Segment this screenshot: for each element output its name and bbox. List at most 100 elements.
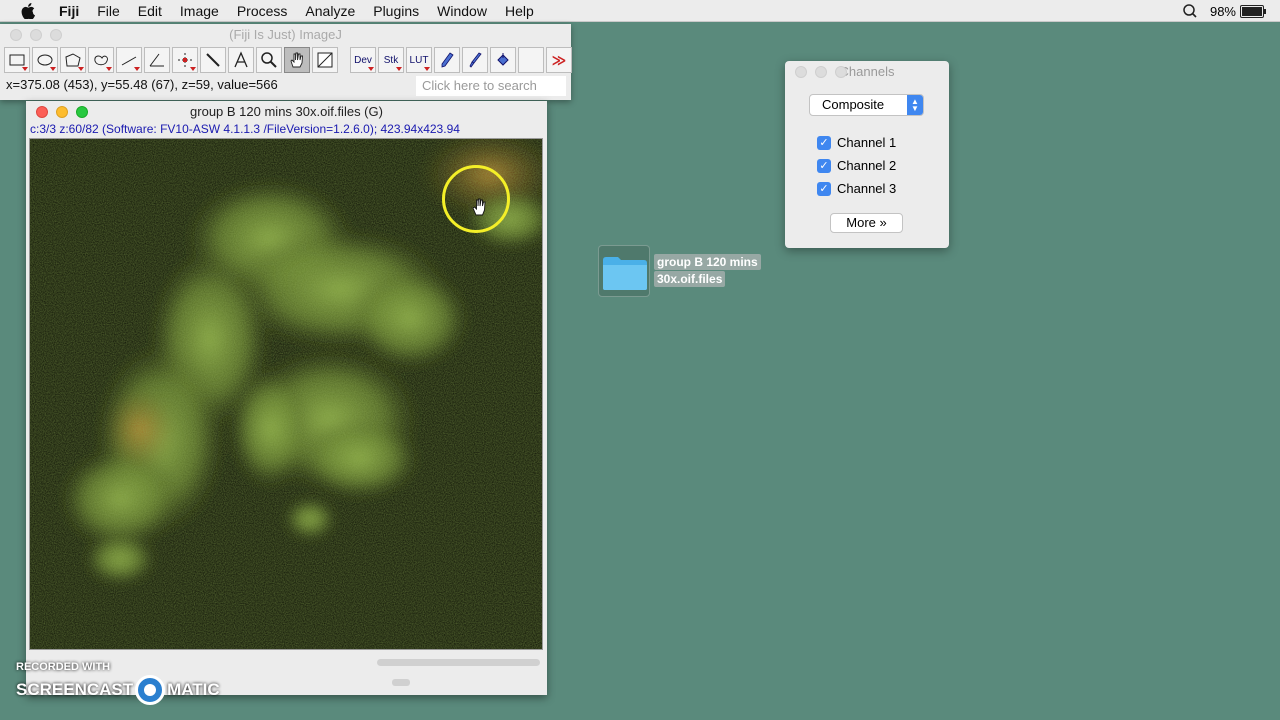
double-chevron-right-icon: ≫ xyxy=(551,51,567,68)
zoom-button[interactable] xyxy=(835,66,847,78)
line-icon xyxy=(121,56,137,66)
polygon-icon xyxy=(65,53,81,67)
color-picker-tool[interactable] xyxy=(312,47,338,73)
window-controls xyxy=(36,106,88,118)
channel-1-row[interactable]: ✓ Channel 1 xyxy=(817,135,896,150)
zoom-button[interactable] xyxy=(76,106,88,118)
minimize-button[interactable] xyxy=(56,106,68,118)
horizontal-scrollbar[interactable] xyxy=(377,659,540,666)
channel-2-checkbox[interactable]: ✓ xyxy=(817,158,831,173)
menu-help[interactable]: Help xyxy=(496,0,543,22)
menu-window[interactable]: Window xyxy=(428,0,496,22)
text-tool[interactable] xyxy=(228,47,254,73)
folder-label-line1: group B 120 mins xyxy=(654,254,761,270)
watermark-left: SCREENCAST xyxy=(16,680,134,699)
lut-label: LUT xyxy=(409,54,429,66)
image-info-line: c:3/3 z:60/82 (Software: FV10-ASW 4.1.1.… xyxy=(30,122,460,136)
window-controls xyxy=(795,66,847,78)
dev-label: Dev xyxy=(354,54,372,66)
folder-label-line2: 30x.oif.files xyxy=(654,271,726,287)
text-icon xyxy=(234,51,248,68)
fiji-window-title: (Fiji Is Just) ImageJ xyxy=(229,27,342,42)
select-arrows-icon: ▲ ▼ xyxy=(907,95,923,115)
hand-cursor-icon xyxy=(472,198,486,216)
wand-tool[interactable] xyxy=(200,47,226,73)
lut-menu-tool[interactable]: LUT xyxy=(406,47,432,73)
magnifier-icon xyxy=(261,52,277,68)
wand-icon xyxy=(206,53,220,67)
image-window-titlebar[interactable]: group B 120 mins 30x.oif.files (G) xyxy=(26,101,547,123)
channel-1-checkbox[interactable]: ✓ xyxy=(817,135,831,150)
menu-image[interactable]: Image xyxy=(171,0,228,22)
more-tools-button[interactable]: ≫ xyxy=(546,47,572,73)
menu-app-fiji[interactable]: Fiji xyxy=(50,0,88,22)
search-input[interactable]: Click here to search xyxy=(416,76,566,96)
flood-fill-tool[interactable] xyxy=(490,47,516,73)
menu-analyze[interactable]: Analyze xyxy=(296,0,364,22)
menu-file[interactable]: File xyxy=(88,0,129,22)
folder-icon[interactable] xyxy=(598,245,650,297)
brush-icon xyxy=(469,52,482,68)
spotlight-icon[interactable] xyxy=(1182,3,1198,19)
window-controls xyxy=(10,29,62,41)
close-button[interactable] xyxy=(10,29,22,41)
watermark-right: MATIC xyxy=(167,680,220,699)
channels-title: Channels xyxy=(839,64,895,79)
image-window-title: group B 120 mins 30x.oif.files (G) xyxy=(190,104,383,119)
fiji-main-window: (Fiji Is Just) ImageJ Dev Stk LUT ≫ x=37… xyxy=(0,24,574,100)
minimize-button[interactable] xyxy=(30,29,42,41)
color-picker-icon xyxy=(317,52,333,68)
z-slice-slider[interactable] xyxy=(392,679,410,686)
pen-icon xyxy=(441,52,454,68)
menu-edit[interactable]: Edit xyxy=(129,0,171,22)
screencast-watermark: RECORDED WITH SCREENCAST MATIC xyxy=(16,661,220,705)
channel-2-row[interactable]: ✓ Channel 2 xyxy=(817,158,896,173)
point-tool[interactable] xyxy=(172,47,198,73)
apple-icon[interactable] xyxy=(18,2,38,19)
tool-bar: Dev Stk LUT ≫ xyxy=(4,47,574,73)
magnifier-tool[interactable] xyxy=(256,47,282,73)
minimize-button[interactable] xyxy=(815,66,827,78)
channel-1-label: Channel 1 xyxy=(837,135,897,150)
rectangle-icon xyxy=(9,54,25,66)
display-mode-value: Composite xyxy=(822,97,885,112)
more-button[interactable]: More » xyxy=(830,213,903,233)
display-mode-select[interactable]: Composite ▲ ▼ xyxy=(809,94,924,116)
oval-tool[interactable] xyxy=(32,47,58,73)
menu-bar: Fiji File Edit Image Process Analyze Plu… xyxy=(0,0,1280,22)
flood-fill-icon xyxy=(497,53,509,66)
empty-tool-slot xyxy=(518,47,544,73)
watermark-line1: RECORDED WITH xyxy=(16,661,111,673)
menu-process[interactable]: Process xyxy=(228,0,297,22)
brush-tool[interactable] xyxy=(434,47,460,73)
channels-panel: Channels Composite ▲ ▼ ✓ Channel 1 ✓ Chan… xyxy=(785,61,949,248)
fiji-titlebar[interactable]: (Fiji Is Just) ImageJ xyxy=(0,24,571,46)
hand-icon xyxy=(290,52,303,68)
battery-percent: 98% xyxy=(1209,3,1236,19)
hand-tool[interactable] xyxy=(284,47,310,73)
developer-menu-tool[interactable]: Dev xyxy=(350,47,376,73)
polygon-tool[interactable] xyxy=(60,47,86,73)
rectangle-tool[interactable] xyxy=(4,47,30,73)
angle-tool[interactable] xyxy=(144,47,170,73)
screencast-logo-icon xyxy=(135,675,166,705)
channel-3-checkbox[interactable]: ✓ xyxy=(817,181,831,196)
close-button[interactable] xyxy=(36,106,48,118)
oval-icon xyxy=(37,54,53,66)
status-line: x=375.08 (453), y=55.48 (67), z=59, valu… xyxy=(6,77,278,92)
line-tool[interactable] xyxy=(116,47,142,73)
angle-icon xyxy=(149,53,164,67)
battery-icon[interactable] xyxy=(1240,4,1266,18)
channels-titlebar[interactable]: Channels xyxy=(785,61,949,83)
stk-label: Stk xyxy=(383,54,399,66)
freehand-tool[interactable] xyxy=(88,47,114,73)
zoom-button[interactable] xyxy=(50,29,62,41)
pencil-tool[interactable] xyxy=(462,47,488,73)
close-button[interactable] xyxy=(795,66,807,78)
menu-plugins[interactable]: Plugins xyxy=(364,0,428,22)
channel-2-label: Channel 2 xyxy=(837,158,897,173)
channel-3-row[interactable]: ✓ Channel 3 xyxy=(817,181,896,196)
freehand-icon xyxy=(94,55,108,66)
stack-menu-tool[interactable]: Stk xyxy=(378,47,404,73)
channel-3-label: Channel 3 xyxy=(837,181,897,196)
